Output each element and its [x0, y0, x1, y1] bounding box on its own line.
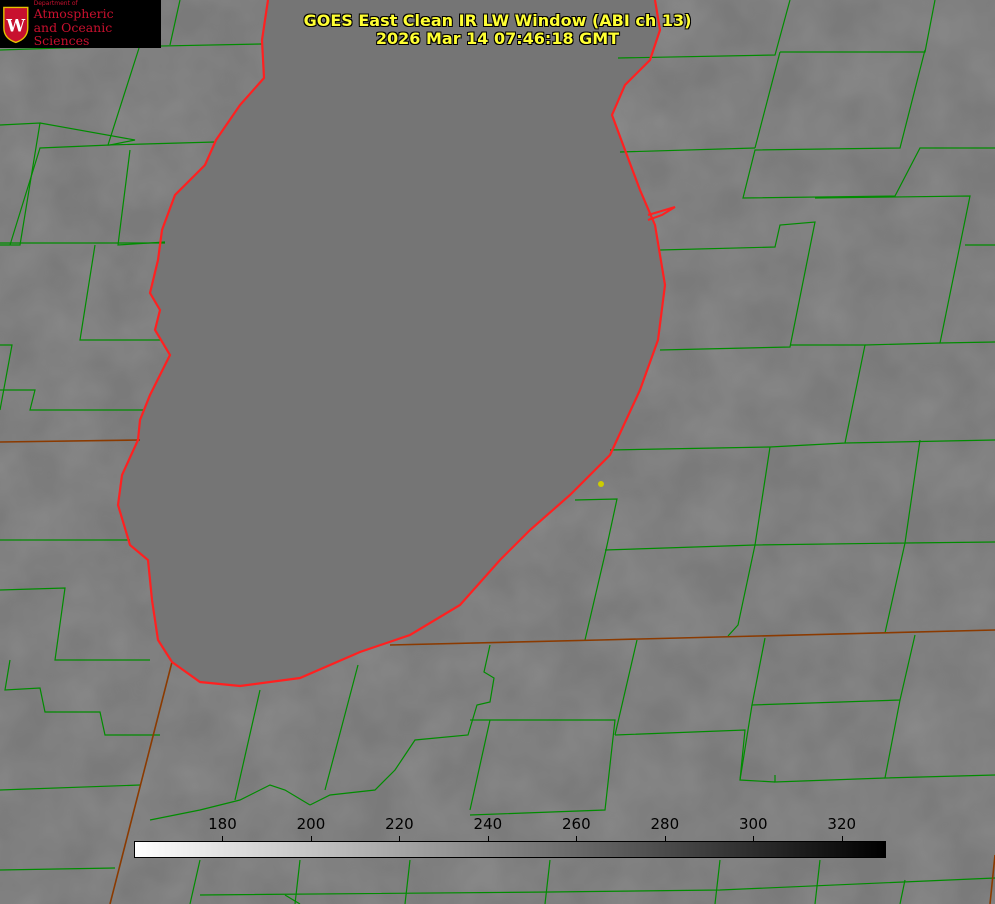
- satellite-map: [0, 0, 995, 904]
- colorbar-tick-label: 180: [208, 815, 237, 833]
- colorbar-tick-label: 300: [738, 815, 768, 833]
- colorbar-tick-mark: [310, 836, 312, 841]
- image-timestamp: 2026 Mar 14 07:46:18 GMT: [375, 29, 620, 48]
- location-marker: [598, 481, 604, 487]
- colorbar-tick-mark: [841, 836, 843, 841]
- colorbar-tick-label: 200: [296, 815, 326, 833]
- temperature-colorbar: [134, 841, 886, 858]
- colorbar-tick-label: 240: [473, 815, 503, 833]
- colorbar-tick-mark: [399, 836, 401, 841]
- colorbar-tick-label: 260: [562, 815, 591, 833]
- satellite-image-frame: W Department of Atmospheric and Oceanic …: [0, 0, 995, 904]
- colorbar-tick-mark: [487, 836, 489, 841]
- colorbar-tick-label: 280: [650, 815, 680, 833]
- colorbar-tick-mark: [664, 836, 666, 841]
- colorbar-tick-label: 320: [827, 815, 857, 833]
- image-title: GOES East Clean IR LW Window (ABI ch 13): [303, 11, 692, 30]
- colorbar-tick-mark: [576, 836, 578, 841]
- colorbar-tick-mark: [222, 836, 224, 841]
- colorbar-tick-label: 220: [385, 815, 414, 833]
- colorbar-tick-mark: [753, 836, 755, 841]
